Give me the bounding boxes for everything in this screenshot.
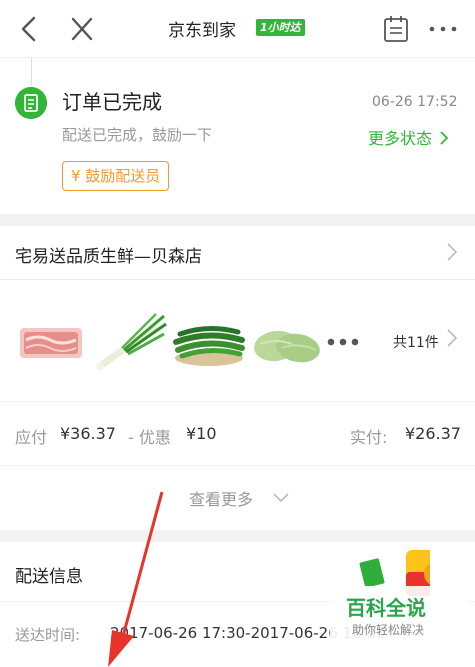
payable-value: ¥36.37 (60, 424, 116, 443)
order-items-row[interactable]: 共11件 (0, 280, 475, 402)
receipt-icon (15, 87, 47, 119)
discount-value: ¥10 (186, 424, 217, 443)
promo-title: 百科全说 (346, 596, 426, 620)
pepper-image (173, 326, 245, 366)
close-icon[interactable] (66, 12, 98, 46)
order-status-time: 06-26 17:52 (372, 94, 458, 110)
encourage-courier-button[interactable]: ¥ 鼓励配送员 (62, 161, 170, 191)
discount-label: - 优惠 (128, 428, 171, 447)
paid-value: ¥26.37 (405, 424, 461, 443)
calendar-icon[interactable] (382, 14, 410, 44)
view-more-label: 查看更多 (189, 490, 254, 509)
green-onion-image (96, 313, 167, 370)
price-summary-row: 应付 ¥36.37 - 优惠 ¥10 实付: ¥26.37 (0, 402, 475, 466)
page-title: 京东到家 (168, 21, 236, 41)
meat-image (20, 328, 82, 358)
order-status-title: 订单已完成 (62, 90, 162, 114)
chevron-right-icon (447, 243, 458, 261)
more-items-icon (327, 338, 359, 346)
view-more-button[interactable]: 查看更多 (0, 466, 475, 530)
section-divider (0, 530, 475, 542)
more-status-link[interactable]: 更多状态 (368, 125, 449, 149)
more-status-label: 更多状态 (368, 129, 433, 148)
items-count: 共11件 (393, 335, 439, 351)
chevron-right-icon (447, 329, 458, 347)
top-navbar: 京东到家 1小时达 (0, 0, 475, 58)
payable-label: 应付 (15, 428, 48, 447)
chevron-right-icon (440, 131, 449, 145)
promo-subtitle: 助你轻松解决 (352, 623, 425, 637)
paid-label: 实付: (350, 428, 388, 447)
section-divider (0, 214, 475, 226)
timeline-line (31, 58, 32, 86)
more-dots-icon[interactable] (426, 14, 460, 44)
one-hour-badge: 1小时达 (256, 19, 305, 36)
delivery-info-title: 配送信息 (15, 567, 83, 587)
melon-image (254, 330, 320, 363)
promo-watermark[interactable]: 百科全说 助你轻松解决 (330, 546, 470, 646)
store-name: 宅易送品质生鲜—贝森店 (15, 247, 202, 267)
chevron-down-icon (273, 493, 289, 503)
store-row[interactable]: 宅易送品质生鲜—贝森店 (0, 226, 475, 280)
order-status-description: 配送已完成，鼓励一下 (62, 126, 213, 144)
chevron-left-icon[interactable] (14, 12, 44, 46)
delivery-time-label: 送达时间: (15, 626, 81, 644)
